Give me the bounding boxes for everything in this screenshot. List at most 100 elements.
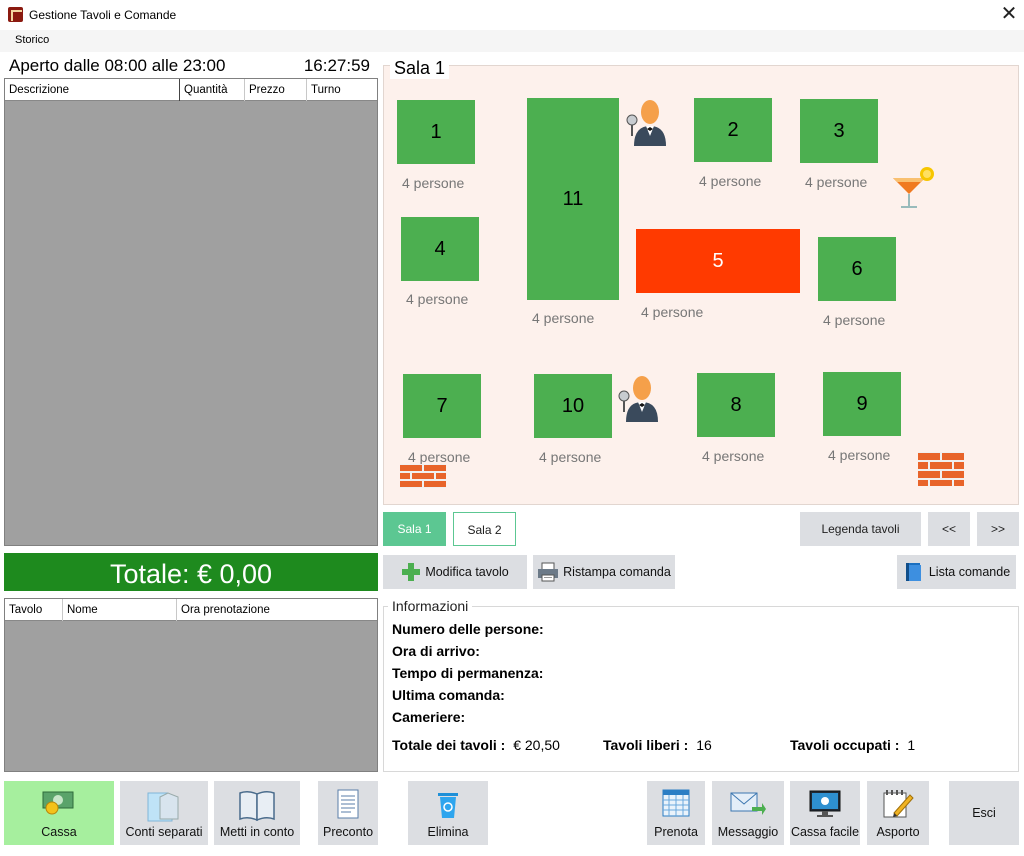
waiter-icon (626, 100, 666, 146)
table-1[interactable]: 1 (397, 100, 475, 164)
notepad-pencil-icon (883, 790, 914, 818)
col-turno[interactable]: Turno (307, 79, 377, 101)
menu-storico[interactable]: Storico (15, 34, 49, 46)
table-4[interactable]: 4 (401, 217, 479, 281)
prev-room-button[interactable]: << (928, 512, 970, 546)
col-ora-prenotazione[interactable]: Ora prenotazione (177, 599, 377, 621)
calendar-icon (662, 789, 690, 817)
table-number: 9 (856, 392, 868, 415)
tables-total: Totale dei tavoli : € 20,50 (392, 737, 560, 753)
info-waiter: Cameriere: (392, 709, 466, 725)
reprint-order-label: Ristampa comanda (563, 565, 671, 579)
waiter-icon (618, 376, 658, 422)
room-frame-top (380, 52, 1022, 66)
table-10[interactable]: 10 (534, 374, 612, 438)
message-button[interactable]: Messaggio (712, 781, 784, 845)
reserve-button[interactable]: Prenota (647, 781, 705, 845)
recycle-bin-icon (438, 793, 458, 818)
table-2[interactable]: 2 (694, 98, 772, 162)
cassa-button[interactable]: Cassa (4, 781, 114, 845)
delete-button[interactable]: Elimina (408, 781, 488, 845)
col-descrizione[interactable]: Descrizione (5, 79, 180, 101)
window-title: Gestione Tavoli e Comande (29, 8, 177, 22)
col-prezzo[interactable]: Prezzo (245, 79, 307, 101)
legend-button[interactable]: Legenda tavoli (800, 512, 921, 546)
cassa-label: Cassa (41, 825, 77, 839)
table-7-people: 4 persone (408, 449, 471, 465)
table-7[interactable]: 7 (403, 374, 481, 438)
info-people: Numero delle persone: (392, 621, 544, 637)
reprint-order-button[interactable]: Ristampa comanda (533, 555, 675, 589)
table-3[interactable]: 3 (800, 99, 878, 163)
wall-icon (918, 452, 964, 486)
takeaway-button[interactable]: Asporto (867, 781, 929, 845)
delete-label: Elimina (427, 825, 469, 839)
next-room-button[interactable]: >> (977, 512, 1019, 546)
easy-cash-label: Cassa facile (790, 825, 860, 839)
table-number: 4 (434, 237, 446, 260)
table-number: 11 (562, 187, 584, 210)
separate-bills-button[interactable]: Conti separati (120, 781, 208, 845)
clock: 16:27:59 (303, 56, 370, 75)
message-label: Messaggio (717, 825, 779, 839)
tables-busy-value: 1 (907, 737, 916, 753)
info-arrival: Ora di arrivo: (392, 643, 480, 659)
open-book-icon (239, 790, 275, 821)
order-list-button[interactable]: Lista comande (897, 555, 1016, 589)
info-stay: Tempo di permanenza: (392, 665, 544, 681)
cocktail-icon (893, 167, 934, 208)
col-tavolo[interactable]: Tavolo (5, 599, 63, 621)
app-icon (8, 7, 23, 22)
tables-free-label: Tavoli liberi : (603, 737, 689, 753)
table-10-people: 4 persone (539, 449, 602, 465)
table-9-people: 4 persone (828, 447, 891, 463)
table-8-people: 4 persone (702, 448, 765, 464)
takeaway-label: Asporto (876, 825, 920, 839)
table-1-people: 4 persone (402, 175, 465, 191)
tables-total-label: Totale dei tavoli : (392, 737, 506, 753)
modify-table-button[interactable]: Modifica tavolo (383, 555, 527, 589)
tab-sala-1[interactable]: Sala 1 (383, 512, 446, 546)
printer-icon (538, 562, 559, 582)
total-display: Totale: € 0,00 (4, 553, 378, 591)
exit-button[interactable]: Esci (949, 781, 1019, 845)
table-number: 5 (712, 249, 724, 272)
table-11[interactable]: 11 (527, 98, 619, 300)
table-8[interactable]: 8 (697, 373, 775, 437)
col-quantita[interactable]: Quantità (180, 79, 245, 101)
tables-total-value: € 20,50 (513, 737, 560, 753)
title-bar: Gestione Tavoli e Comande ✕ (0, 0, 1024, 30)
document-icon (337, 789, 359, 819)
table-5[interactable]: 5 (636, 229, 800, 293)
table-number: 6 (851, 257, 863, 280)
easy-cash-button[interactable]: Cassa facile (790, 781, 860, 845)
exit-label: Esci (972, 806, 996, 820)
wall-icon (400, 464, 446, 488)
table-number: 8 (730, 393, 742, 416)
tables-busy: Tavoli occupati : 1 (790, 737, 915, 753)
opening-hours: Aperto dalle 08:00 alle 23:00 (9, 56, 226, 75)
book-list-icon (905, 563, 921, 581)
tables-busy-label: Tavoli occupati : (790, 737, 900, 753)
tab-sala-2[interactable]: Sala 2 (453, 512, 516, 546)
split-documents-icon (147, 792, 179, 822)
put-on-account-label: Metti in conto (219, 825, 295, 839)
modify-table-label: Modifica tavolo (425, 565, 509, 579)
tables-free-value: 16 (696, 737, 712, 753)
room-title: Sala 1 (390, 58, 450, 79)
table-6[interactable]: 6 (818, 237, 896, 301)
separate-bills-label: Conti separati (125, 825, 203, 839)
table-number: 1 (430, 120, 442, 143)
preconto-button[interactable]: Preconto (318, 781, 378, 845)
table-number: 10 (561, 394, 585, 417)
orders-grid[interactable]: Descrizione Quantità Prezzo Turno (4, 78, 378, 546)
reservations-grid[interactable]: Tavolo Nome Ora prenotazione (4, 598, 378, 772)
close-button[interactable]: ✕ (994, 0, 1024, 30)
put-on-account-button[interactable]: Metti in conto (214, 781, 300, 845)
table-3-people: 4 persone (805, 174, 868, 190)
reservations-grid-header: Tavolo Nome Ora prenotazione (5, 599, 377, 621)
col-nome[interactable]: Nome (63, 599, 177, 621)
envelope-icon (730, 792, 766, 815)
table-9[interactable]: 9 (823, 372, 901, 436)
opening-header: Aperto dalle 08:00 alle 23:00 16:27:59 (4, 55, 378, 77)
